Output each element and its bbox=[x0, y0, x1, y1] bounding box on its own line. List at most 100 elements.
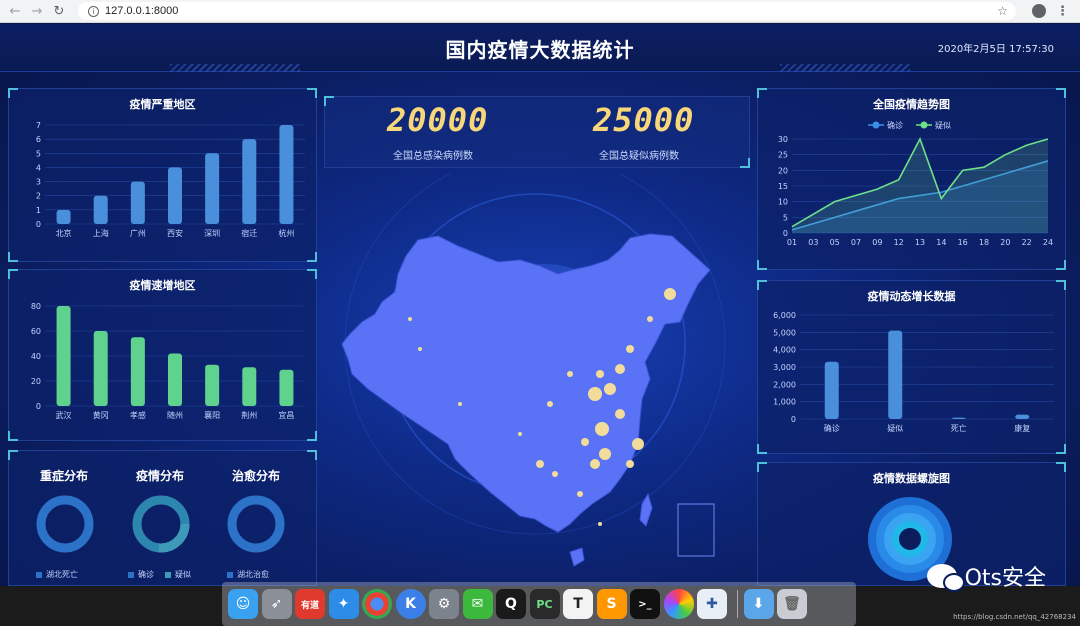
terminal-icon[interactable]: >_ bbox=[630, 589, 660, 619]
photos-icon[interactable] bbox=[663, 589, 694, 619]
severe-bar-chart: 0 1 2 3 4 5 6 7 北京 上海 广州 西安 深圳 宿迁 杭州 bbox=[36, 121, 305, 238]
kuaitu-icon[interactable]: K bbox=[395, 589, 426, 619]
dynamic-bar-chart: 0 1,000 2,000 3,000 4,000 5,000 6,000 确诊 疑似 死亡 康复 bbox=[773, 311, 1054, 433]
page-title: 国内疫情大数据统计 bbox=[445, 38, 635, 62]
spiral-center bbox=[899, 528, 921, 550]
legend-marker bbox=[872, 121, 880, 129]
menu-icon[interactable]: ⋮ bbox=[1056, 4, 1069, 19]
pycharm-icon[interactable]: PC bbox=[529, 589, 560, 619]
x-tick-label: 上海 bbox=[93, 228, 109, 238]
x-tick-label: 24 bbox=[1043, 238, 1053, 247]
bookmark-star-icon[interactable]: ☆ bbox=[997, 4, 1008, 18]
sysprefs-icon[interactable]: ⚙ bbox=[429, 589, 459, 619]
x-tick-label: 03 bbox=[808, 238, 818, 247]
infected-count: 20000 bbox=[387, 101, 489, 139]
bar bbox=[279, 125, 294, 224]
legend-item[interactable]: 确诊 bbox=[128, 569, 154, 580]
stats-panel: 20000 全国总感染病例数 25000 全国总疑似病例数 bbox=[324, 96, 750, 168]
reload-icon[interactable]: ↻ bbox=[52, 4, 66, 19]
sublime-icon[interactable]: S bbox=[596, 589, 627, 619]
y-tick-label: 4 bbox=[36, 163, 41, 172]
map-bubble bbox=[590, 459, 600, 469]
map-bubble bbox=[458, 402, 462, 406]
map-bubble bbox=[596, 370, 604, 378]
y-tick-label: 60 bbox=[31, 327, 41, 336]
bar bbox=[56, 209, 71, 224]
map-bubble bbox=[552, 471, 558, 477]
infected-label: 全国总感染病例数 bbox=[393, 151, 473, 162]
map-bubble bbox=[418, 347, 422, 351]
y-tick-label: 3,000 bbox=[773, 363, 796, 372]
map-bubble bbox=[567, 371, 573, 377]
back-icon[interactable]: ← bbox=[8, 4, 22, 19]
qq-icon[interactable]: Q bbox=[496, 589, 526, 619]
address-bar[interactable]: i 127.0.0.1:8000 ☆ bbox=[78, 2, 1016, 20]
x-tick-label: 杭州 bbox=[278, 228, 294, 238]
map-bubble bbox=[632, 438, 644, 450]
map-bubble bbox=[547, 401, 553, 407]
y-tick-label: 0 bbox=[36, 220, 41, 229]
map-bubble bbox=[647, 316, 653, 322]
map-inset bbox=[677, 503, 715, 557]
downloads-icon[interactable]: ⬇ bbox=[743, 589, 774, 619]
y-tick-label: 80 bbox=[31, 302, 41, 311]
y-tick-label: 0 bbox=[783, 229, 788, 238]
map-bubble bbox=[408, 317, 412, 321]
forward-icon[interactable]: → bbox=[30, 4, 44, 19]
safari-icon[interactable]: ✦ bbox=[328, 589, 359, 619]
x-tick-label: 13 bbox=[915, 238, 925, 247]
map-bubble bbox=[615, 409, 625, 419]
x-tick-label: 20 bbox=[1000, 238, 1010, 247]
map-bubble bbox=[588, 387, 602, 401]
map-bubble bbox=[604, 383, 616, 395]
trash-icon[interactable]: 🗑 bbox=[777, 589, 807, 619]
map-bubble bbox=[536, 460, 544, 468]
dashboard: 国内疫情大数据统计 2020年2月5日 17:57:30 疫情严重地区 0123… bbox=[0, 24, 1080, 586]
finder-icon[interactable]: ☺ bbox=[228, 589, 258, 619]
youdao-icon[interactable]: 有道 bbox=[295, 589, 325, 619]
chrome-icon[interactable] bbox=[362, 589, 392, 619]
bar bbox=[279, 369, 294, 406]
trend-panel: 全国疫情趋势图 0 5 10 15 20 25 30 01 03 05 07 09 12 13 14 16 18… bbox=[757, 88, 1066, 270]
suspected-count: 25000 bbox=[593, 101, 695, 139]
legend-item[interactable]: 湖北死亡 bbox=[36, 569, 78, 580]
account-icon[interactable] bbox=[1032, 4, 1046, 18]
y-tick-label: 3 bbox=[36, 178, 41, 187]
bar bbox=[242, 139, 257, 224]
y-tick-label: 5 bbox=[36, 149, 41, 158]
bar bbox=[130, 181, 145, 224]
wechat-icon[interactable]: ✉ bbox=[462, 589, 493, 619]
header-bar: 国内疫情大数据统计 2020年2月5日 17:57:30 bbox=[0, 24, 1080, 72]
bar bbox=[242, 367, 257, 406]
suspected-label: 全国总疑似病例数 bbox=[599, 151, 679, 162]
typora-icon[interactable]: T bbox=[563, 589, 593, 619]
y-tick-label: 2,000 bbox=[773, 380, 796, 389]
x-tick-label: 疑似 bbox=[887, 423, 903, 433]
x-tick-label: 荆州 bbox=[241, 410, 257, 420]
bar bbox=[93, 331, 108, 406]
legend-item[interactable]: 疑似 bbox=[165, 569, 191, 580]
donut-ring bbox=[36, 495, 94, 553]
bar bbox=[205, 153, 220, 224]
bar bbox=[1015, 414, 1030, 419]
y-tick-label: 7 bbox=[36, 121, 41, 130]
map-bubble bbox=[595, 422, 609, 436]
bar bbox=[168, 353, 182, 406]
map-bubble bbox=[664, 288, 676, 300]
x-tick-label: 宜昌 bbox=[278, 410, 294, 420]
legend-item[interactable]: 湖北治愈 bbox=[227, 569, 269, 580]
tableau-icon[interactable]: ✚ bbox=[697, 589, 727, 619]
bar bbox=[168, 167, 182, 224]
x-tick-label: 西安 bbox=[167, 228, 183, 238]
severe-region-panel: 疫情严重地区 0 1 2 3 4 5 6 7 北京 上海 广州 西安 深圳 宿迁 杭州 bbox=[8, 88, 317, 262]
x-tick-label: 深圳 bbox=[204, 228, 220, 238]
y-tick-label: 1,000 bbox=[773, 398, 796, 407]
x-tick-label: 14 bbox=[936, 238, 946, 247]
dynamic-growth-panel: 疫情动态增长数据 0 1,000 2,000 3,000 4,000 5,000 6,000… bbox=[757, 280, 1066, 454]
info-icon[interactable]: i bbox=[88, 5, 99, 17]
bar bbox=[888, 330, 903, 419]
x-tick-label: 广州 bbox=[130, 228, 146, 238]
x-tick-label: 确诊 bbox=[824, 423, 840, 433]
x-tick-label: 09 bbox=[872, 238, 882, 247]
launchpad-icon[interactable]: ➶ bbox=[261, 589, 292, 619]
